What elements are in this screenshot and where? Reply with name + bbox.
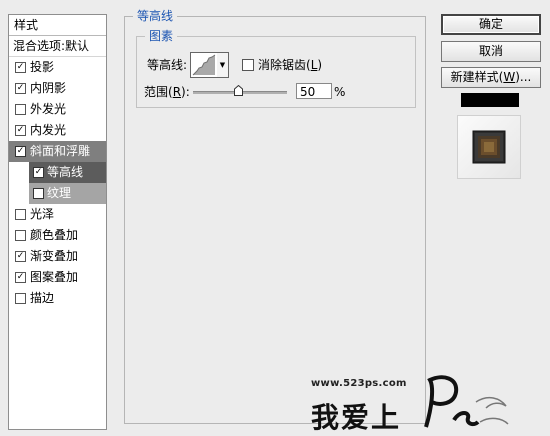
new-style-text: 新建样式( — [450, 70, 504, 84]
style-item-gradient-overlay[interactable]: ✓ 渐变叠加 — [9, 246, 106, 267]
contour-dropdown-arrow[interactable]: ▼ — [217, 52, 229, 78]
cancel-button[interactable]: 取消 — [441, 41, 541, 62]
range-unit: % — [334, 85, 346, 99]
gradient-overlay-checkbox[interactable]: ✓ — [15, 251, 26, 262]
contour-checkbox[interactable]: ✓ — [33, 167, 44, 178]
new-style-button[interactable]: 新建样式(W)... — [441, 67, 541, 88]
drop-shadow-checkbox[interactable]: ✓ — [15, 62, 26, 73]
style-item-label: 图案叠加 — [30, 270, 79, 284]
style-preview — [457, 115, 521, 179]
satin-checkbox[interactable] — [15, 209, 26, 220]
new-style-close: )... — [515, 70, 532, 84]
range-input[interactable]: 50 — [296, 83, 332, 99]
contour-picker[interactable] — [190, 52, 218, 78]
style-item-label: 等高线 — [47, 165, 84, 179]
style-item-texture[interactable]: 纹理 — [29, 183, 106, 204]
slider-thumb-icon — [234, 84, 243, 96]
blending-options-item[interactable]: 混合选项:默认 — [9, 36, 106, 57]
style-item-inner-shadow[interactable]: ✓ 内阴影 — [9, 78, 106, 99]
outer-glow-checkbox[interactable] — [15, 104, 26, 115]
styles-panel: 样式 混合选项:默认 ✓ 投影 ✓ 内阴影 外发光 ✓ 内发光 ✓ 斜面和浮雕 … — [8, 14, 107, 430]
style-item-color-overlay[interactable]: 颜色叠加 — [9, 225, 106, 246]
new-style-hotkey: W — [503, 70, 516, 84]
anti-alias-label: 消除锯齿(L) — [258, 58, 322, 72]
watermark-url: www.523ps.com — [311, 378, 407, 389]
watermark-text: 我爱上 — [311, 401, 402, 434]
style-item-contour[interactable]: ✓ 等高线 — [29, 162, 106, 183]
style-item-outer-glow[interactable]: 外发光 — [9, 99, 106, 120]
style-item-label: 颜色叠加 — [30, 228, 79, 242]
style-item-satin[interactable]: 光泽 — [9, 204, 106, 225]
range-hotkey: R — [172, 85, 182, 99]
style-item-bevel-emboss[interactable]: ✓ 斜面和浮雕 — [9, 141, 106, 162]
range-text: 范围( — [144, 85, 173, 99]
anti-alias-close: ) — [317, 58, 323, 72]
style-item-label: 斜面和浮雕 — [30, 144, 91, 158]
style-item-label: 投影 — [30, 60, 55, 74]
range-slider-thumb[interactable] — [234, 84, 243, 96]
inner-glow-checkbox[interactable]: ✓ — [15, 125, 26, 136]
contour-curve-icon — [192, 54, 216, 76]
stroke-checkbox[interactable] — [15, 293, 26, 304]
pattern-overlay-checkbox[interactable]: ✓ — [15, 272, 26, 283]
style-item-label: 光泽 — [30, 207, 55, 221]
style-item-pattern-overlay[interactable]: ✓ 图案叠加 — [9, 267, 106, 288]
inner-shadow-checkbox[interactable]: ✓ — [15, 83, 26, 94]
chevron-down-icon: ▼ — [219, 61, 226, 69]
anti-alias-text: 消除锯齿( — [258, 58, 311, 72]
range-close: ): — [181, 85, 190, 99]
style-item-label: 渐变叠加 — [30, 249, 79, 263]
style-item-label: 外发光 — [30, 102, 67, 116]
elements-group-title: 图素 — [145, 29, 178, 43]
preview-thumbnail — [472, 130, 506, 164]
style-item-drop-shadow[interactable]: ✓ 投影 — [9, 57, 106, 78]
style-item-label: 内阴影 — [30, 81, 67, 95]
style-item-label: 内发光 — [30, 123, 67, 137]
style-item-inner-glow[interactable]: ✓ 内发光 — [9, 120, 106, 141]
contour-section-title: 等高线 — [133, 9, 178, 23]
style-item-stroke[interactable]: 描边 — [9, 288, 106, 309]
ok-button[interactable]: 确定 — [441, 14, 541, 35]
anti-alias-checkbox[interactable] — [242, 59, 254, 71]
styles-panel-title: 样式 — [9, 15, 106, 36]
contour-label: 等高线: — [147, 58, 188, 72]
bevel-emboss-checkbox[interactable]: ✓ — [15, 146, 26, 157]
style-item-label: 纹理 — [47, 186, 72, 200]
texture-checkbox[interactable] — [33, 188, 44, 199]
watermark-ps-logo — [424, 375, 509, 428]
range-label: 范围(R): — [144, 85, 190, 99]
color-overlay-checkbox[interactable] — [15, 230, 26, 241]
preview-swatch — [461, 93, 519, 107]
style-item-label: 描边 — [30, 291, 55, 305]
